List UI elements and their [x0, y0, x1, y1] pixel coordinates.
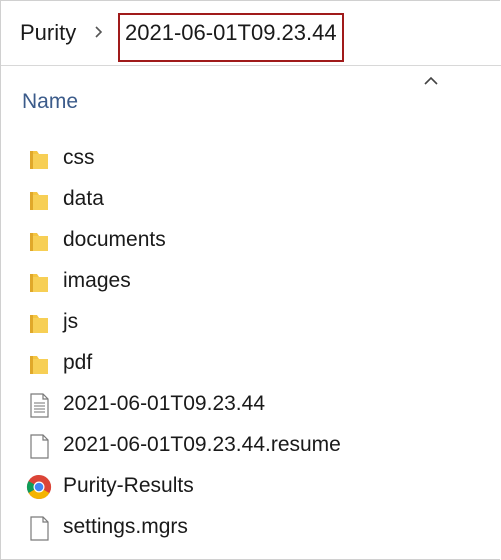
file-name: js [63, 310, 79, 333]
file-name: documents [63, 228, 166, 251]
file-name: Purity-Results [63, 474, 194, 497]
list-item[interactable]: 2021-06-01T09.23.44 [1, 384, 501, 425]
file-name: 2021-06-01T09.23.44 [63, 392, 265, 415]
file-name: pdf [63, 351, 93, 374]
file-name: css [63, 146, 95, 169]
breadcrumb-current[interactable]: 2021-06-01T09.23.44 [125, 17, 337, 49]
folder-icon [30, 233, 48, 251]
list-item[interactable]: documents [1, 220, 501, 261]
list-item[interactable]: 2021-06-01T09.23.44.resume [1, 425, 501, 466]
blank-file-icon [30, 516, 49, 541]
text-file-icon [30, 393, 49, 418]
chevron-right-icon[interactable] [93, 22, 105, 42]
list-item[interactable]: pdf [1, 343, 501, 384]
folder-icon [30, 274, 48, 292]
chevron-up-icon[interactable] [422, 75, 440, 87]
list-item[interactable]: Purity-Results [1, 466, 501, 507]
blank-file-icon [30, 434, 49, 459]
folder-icon [30, 315, 48, 333]
list-item[interactable]: css [1, 138, 501, 179]
file-name: settings.mgrs [63, 515, 188, 538]
name-column-header[interactable]: Name [22, 87, 78, 117]
explorer-window: Purity 2021-06-01T09.23.44 Name css data [0, 0, 501, 560]
breadcrumb-root[interactable]: Purity [20, 17, 76, 49]
file-name: images [63, 269, 131, 292]
chrome-icon [26, 475, 52, 500]
list-item[interactable]: js [1, 302, 501, 343]
folder-icon [30, 151, 48, 169]
file-name: 2021-06-01T09.23.44.resume [63, 433, 341, 456]
list-item[interactable]: data [1, 179, 501, 220]
folder-icon [30, 192, 48, 210]
address-bar[interactable]: Purity 2021-06-01T09.23.44 [1, 1, 501, 66]
list-item[interactable]: settings.mgrs [1, 507, 501, 548]
folder-icon [30, 356, 48, 374]
list-item[interactable]: images [1, 261, 501, 302]
file-name: data [63, 187, 104, 210]
